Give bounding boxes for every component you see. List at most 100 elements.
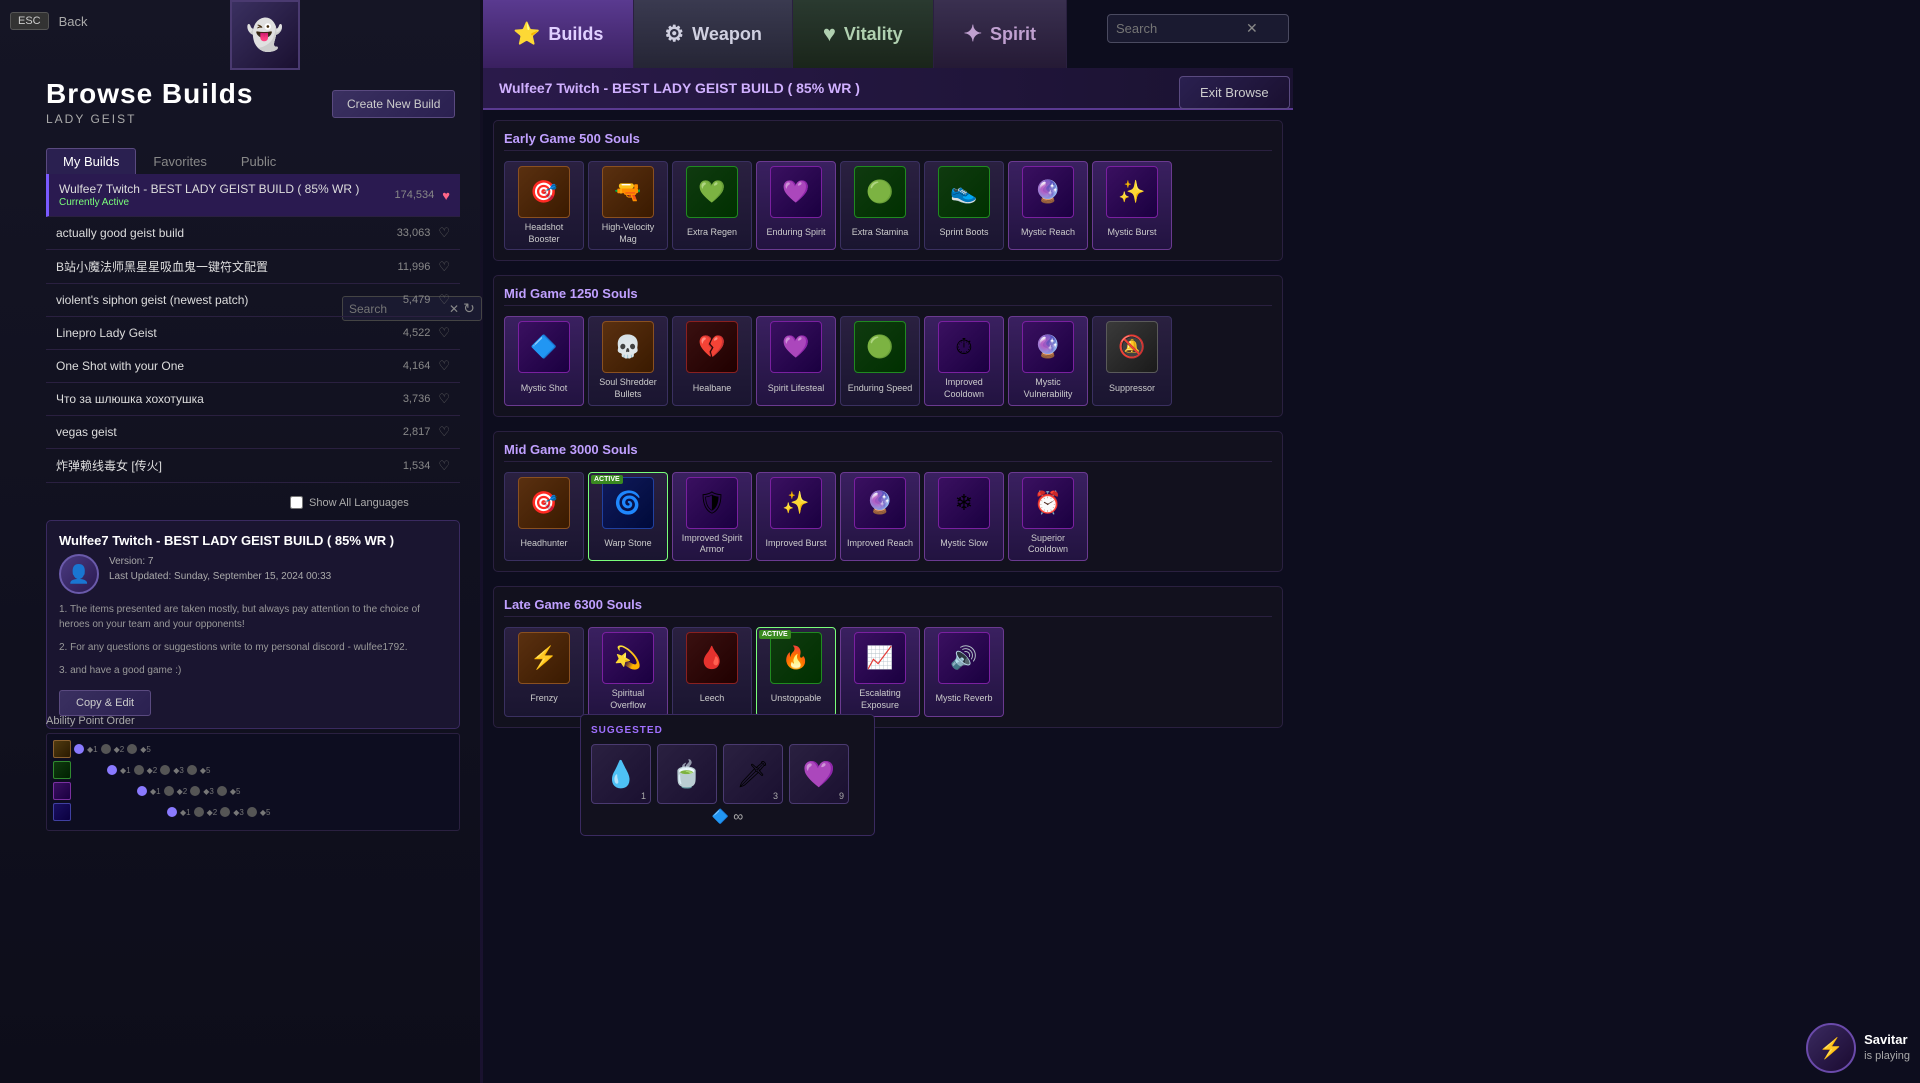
- tab-favorites[interactable]: Favorites: [136, 148, 223, 175]
- item-card[interactable]: 🎯 Headshot Booster: [504, 161, 584, 250]
- tab-vitality[interactable]: ♥ Vitality: [793, 0, 934, 68]
- spirit-tab-icon: ✦: [964, 21, 982, 47]
- item-card[interactable]: 💀 Soul Shredder Bullets: [588, 316, 668, 405]
- suggested-item[interactable]: 💧 1: [591, 744, 651, 804]
- build-item-count: 2,817: [403, 426, 431, 438]
- show-all-lang-checkbox[interactable]: [290, 496, 303, 509]
- item-name: Healbane: [677, 377, 747, 399]
- suggested-item[interactable]: 🗡 3: [723, 744, 783, 804]
- detail-avatar: 👤: [59, 554, 99, 594]
- item-card[interactable]: 💜 Spirit Lifesteal: [756, 316, 836, 405]
- back-button[interactable]: Back: [59, 14, 88, 29]
- item-card[interactable]: ACTIVE 🔥 Unstoppable: [756, 627, 836, 716]
- suggested-item[interactable]: 💜 9: [789, 744, 849, 804]
- item-card[interactable]: ✨ Improved Burst: [756, 472, 836, 561]
- item-card[interactable]: 🟢 Enduring Speed: [840, 316, 920, 405]
- build-item-count: 4,522: [403, 327, 431, 339]
- copy-edit-button[interactable]: Copy & Edit: [59, 690, 151, 716]
- left-search-refresh-icon[interactable]: ↻: [463, 300, 475, 317]
- build-section: Mid Game 3000 Souls 🎯 Headhunter ACTIVE …: [493, 431, 1283, 572]
- item-card[interactable]: 📈 Escalating Exposure: [840, 627, 920, 716]
- item-card[interactable]: 🔕 Suppressor: [1092, 316, 1172, 405]
- suggested-section: SUGGESTED 💧 1 🍵 🗡 3 💜 9 🔷 ∞: [580, 714, 875, 836]
- build-list-item[interactable]: One Shot with your One 4,164 ♡: [46, 350, 460, 383]
- item-card[interactable]: 💔 Healbane: [672, 316, 752, 405]
- exit-browse-button[interactable]: Exit Browse: [1179, 76, 1290, 109]
- item-icon: 🔮: [854, 477, 906, 529]
- items-row: 🔷 Mystic Shot 💀 Soul Shredder Bullets 💔 …: [504, 316, 1272, 405]
- build-like-icon[interactable]: ♡: [438, 325, 450, 341]
- item-card[interactable]: 💚 Extra Regen: [672, 161, 752, 250]
- item-card[interactable]: 🎯 Headhunter: [504, 472, 584, 561]
- build-list-item[interactable]: Linepro Lady Geist 4,522 ♡: [46, 317, 460, 350]
- build-like-icon[interactable]: ♡: [438, 259, 450, 275]
- item-name: Enduring Spirit: [761, 222, 831, 244]
- build-like-icon[interactable]: ♡: [438, 458, 450, 474]
- item-icon: ⏰: [1022, 477, 1074, 529]
- build-list-item[interactable]: Что за шлюшка хохотушка 3,736 ♡: [46, 383, 460, 416]
- item-card[interactable]: 🛡 Improved Spirit Armor: [672, 472, 752, 561]
- item-card[interactable]: 🔮 Improved Reach: [840, 472, 920, 561]
- item-card[interactable]: ⏰ Superior Cooldown: [1008, 472, 1088, 561]
- item-card[interactable]: 🟢 Extra Stamina: [840, 161, 920, 250]
- build-list-item[interactable]: B站小魔法师黑星星吸血鬼一键符文配置 11,996 ♡: [46, 250, 460, 284]
- item-card[interactable]: ✨ Mystic Burst: [1092, 161, 1172, 250]
- item-card[interactable]: 🔊 Mystic Reverb: [924, 627, 1004, 716]
- item-icon: ⚡: [518, 632, 570, 684]
- ability-icon-4: [53, 803, 71, 821]
- item-icon: ❄: [938, 477, 990, 529]
- detail-desc2: 2. For any questions or suggestions writ…: [59, 640, 447, 655]
- right-search-clear-icon[interactable]: ✕: [1246, 20, 1258, 37]
- build-like-icon[interactable]: ♡: [438, 292, 450, 308]
- item-name: Enduring Speed: [845, 377, 915, 399]
- build-like-icon[interactable]: ♡: [438, 225, 450, 241]
- item-card[interactable]: ⏱ Improved Cooldown: [924, 316, 1004, 405]
- item-card[interactable]: 👟 Sprint Boots: [924, 161, 1004, 250]
- build-like-icon[interactable]: ♡: [438, 424, 450, 440]
- item-icon: 🎯: [518, 166, 570, 218]
- item-name: Mystic Burst: [1097, 222, 1167, 244]
- build-list-item[interactable]: actually good geist build 33,063 ♡: [46, 217, 460, 250]
- build-like-icon[interactable]: ♡: [438, 391, 450, 407]
- item-card[interactable]: 🔮 Mystic Vulnerability: [1008, 316, 1088, 405]
- ability-dot: [190, 786, 200, 796]
- build-list-item[interactable]: Wulfee7 Twitch - BEST LADY GEIST BUILD (…: [46, 174, 460, 217]
- item-name: Mystic Reverb: [929, 688, 999, 710]
- show-all-lang-label: Show All Languages: [309, 497, 409, 509]
- item-card[interactable]: 🔮 Mystic Reach: [1008, 161, 1088, 250]
- item-card[interactable]: ACTIVE 🌀 Warp Stone: [588, 472, 668, 561]
- ability-row-1: ◆1 ◆2 ◆5: [53, 740, 453, 758]
- tab-builds[interactable]: ⭐ Builds: [483, 0, 634, 68]
- suggested-item[interactable]: 🍵: [657, 744, 717, 804]
- player-card: ⚡ Savitar is playing: [1806, 1023, 1910, 1073]
- item-icon: 🛡: [686, 477, 738, 529]
- player-name: Savitar: [1864, 1031, 1910, 1049]
- tab-public[interactable]: Public: [224, 148, 293, 175]
- item-card[interactable]: ⚡ Frenzy: [504, 627, 584, 716]
- ability-icon-3: [53, 782, 71, 800]
- item-card[interactable]: ❄ Mystic Slow: [924, 472, 1004, 561]
- item-card[interactable]: 🩸 Leech: [672, 627, 752, 716]
- item-name: Sprint Boots: [929, 222, 999, 244]
- item-card[interactable]: 🔷 Mystic Shot: [504, 316, 584, 405]
- create-new-build-button[interactable]: Create New Build: [332, 90, 455, 118]
- item-icon: 💫: [602, 632, 654, 684]
- tab-weapon[interactable]: ⚙ Weapon: [634, 0, 792, 68]
- section-title: Late Game 6300 Souls: [504, 597, 1272, 617]
- item-card[interactable]: 💜 Enduring Spirit: [756, 161, 836, 250]
- build-like-icon[interactable]: ♡: [438, 358, 450, 374]
- item-icon: ✨: [1106, 166, 1158, 218]
- item-icon: 🔷: [518, 321, 570, 373]
- esc-badge[interactable]: ESC: [10, 12, 49, 30]
- build-list-item[interactable]: violent's siphon geist (newest patch) 5,…: [46, 284, 460, 317]
- item-name: Improved Spirit Armor: [677, 533, 747, 556]
- build-list-item[interactable]: vegas geist 2,817 ♡: [46, 416, 460, 449]
- item-card[interactable]: 🔫 High-Velocity Mag: [588, 161, 668, 250]
- tab-my-builds[interactable]: My Builds: [46, 148, 136, 175]
- build-like-icon[interactable]: ♥: [442, 188, 450, 203]
- tab-spirit[interactable]: ✦ Spirit: [934, 0, 1067, 68]
- item-card[interactable]: 💫 Spiritual Overflow: [588, 627, 668, 716]
- section-title: Early Game 500 Souls: [504, 131, 1272, 151]
- right-search-input[interactable]: [1116, 21, 1246, 36]
- build-list-item[interactable]: 炸弹赖线毒女 [传火] 1,534 ♡: [46, 449, 460, 483]
